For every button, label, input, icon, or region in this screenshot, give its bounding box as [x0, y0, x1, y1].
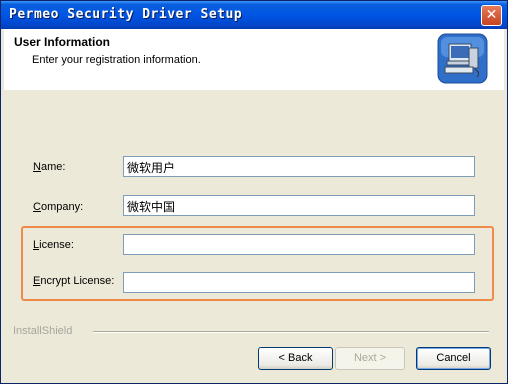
header-divider — [4, 89, 504, 90]
name-label: Name: — [33, 161, 66, 173]
license-label: License: — [33, 239, 74, 251]
company-field[interactable]: 微软中国 — [123, 195, 475, 216]
next-button[interactable]: Next > — [335, 347, 405, 370]
encrypt-license-label: Encrypt License: — [33, 275, 115, 287]
back-button-label: < Back — [278, 352, 313, 364]
license-field[interactable] — [123, 234, 475, 255]
computer-setup-icon — [437, 33, 488, 84]
page-title: User Information — [14, 35, 111, 49]
close-button[interactable]: ✕ — [481, 5, 502, 26]
encrypt-license-field[interactable] — [123, 272, 475, 293]
header-panel: User Information Enter your registration… — [4, 29, 504, 90]
title-bar[interactable]: Permeo Security Driver Setup ✕ — [1, 1, 507, 29]
footer-divider-highlight — [93, 332, 489, 333]
window-title: Permeo Security Driver Setup — [9, 7, 243, 22]
setup-window: Permeo Security Driver Setup ✕ User Info… — [0, 0, 508, 384]
page-subtitle: Enter your registration information. — [32, 54, 201, 66]
company-label: Company: — [33, 201, 84, 213]
cancel-button[interactable]: Cancel — [416, 347, 491, 370]
name-field[interactable]: 微软用户 — [123, 156, 475, 177]
close-icon: ✕ — [485, 7, 498, 23]
installshield-brand: InstallShield — [13, 325, 73, 337]
back-button[interactable]: < Back — [258, 347, 333, 370]
cancel-button-label: Cancel — [436, 352, 471, 364]
next-button-label: Next > — [353, 352, 387, 364]
